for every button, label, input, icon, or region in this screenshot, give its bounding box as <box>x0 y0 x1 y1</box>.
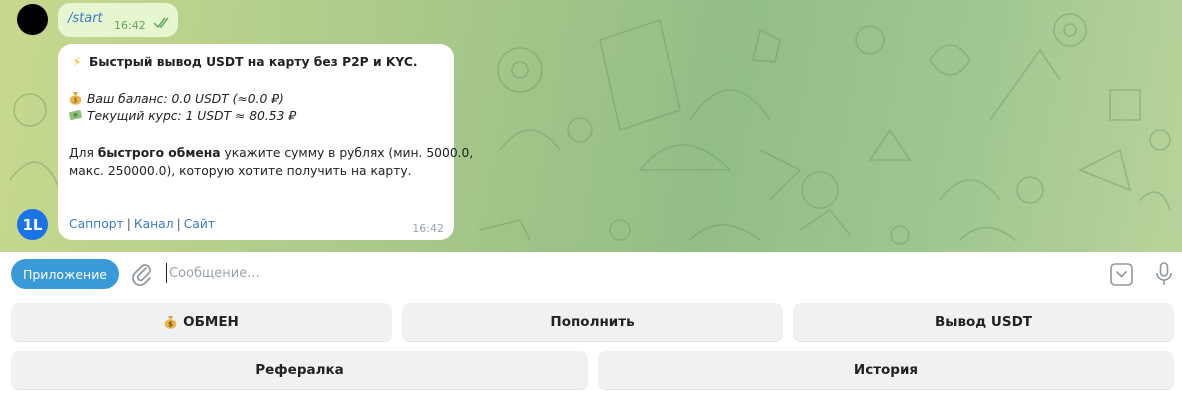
balance-text: Ваш баланс: 0.0 USDT (≈0.0 ₽) <box>87 92 284 106</box>
link-separator: | <box>126 217 131 231</box>
outgoing-message-time: 16:42 <box>114 19 146 32</box>
instructions-bold: быстрого обмена <box>97 146 221 160</box>
keyboard-button-label: ОБМЕН <box>183 314 239 330</box>
app-button[interactable]: Приложение <box>11 259 119 289</box>
incoming-message-bubble: ⚡ Быстрый вывод USDT на карту без P2P и K… <box>58 44 473 240</box>
message-links: Саппорт | Канал | Сайт <box>69 217 215 231</box>
keyboard-button-history[interactable]: История <box>598 351 1174 389</box>
svg-text:$: $ <box>73 97 77 105</box>
message-title-line: ⚡ Быстрый вывод USDT на карту без P2P и K… <box>69 55 418 69</box>
outgoing-message-bubble: /start 16:42 <box>58 3 178 37</box>
user-avatar[interactable] <box>17 4 48 35</box>
instructions-rest: укажите сумму в рублях (мин. 5000.0, <box>220 146 474 160</box>
double-check-icon <box>153 17 169 29</box>
link-separator: | <box>176 217 181 231</box>
money-bag-icon: $ <box>164 316 177 329</box>
link-site[interactable]: Сайт <box>184 217 215 231</box>
instructions-prefix: Для <box>69 146 98 160</box>
incoming-message-time: 16:42 <box>412 222 444 235</box>
svg-text:$: $ <box>168 321 173 329</box>
bot-keyboard-icon[interactable] <box>1110 263 1133 286</box>
rate-text: Текущий курс: 1 USDT ≈ 80.53 ₽ <box>87 109 297 123</box>
keyboard-button-top-up[interactable]: Пополнить <box>402 303 783 341</box>
keyboard-button-withdraw-usdt[interactable]: Вывод USDT <box>793 303 1174 341</box>
link-channel[interactable]: Канал <box>134 217 174 231</box>
microphone-icon[interactable] <box>1155 262 1173 287</box>
message-input-bar: Приложение <box>0 252 1182 296</box>
paperclip-icon[interactable] <box>131 262 153 286</box>
bot-avatar[interactable]: 1L <box>17 209 48 240</box>
instructions-line-1: Для быстрого обмена укажите сумму в рубл… <box>69 146 473 160</box>
rate-line: Текущий курс: 1 USDT ≈ 80.53 ₽ <box>69 108 296 123</box>
flying-money-icon <box>69 110 82 120</box>
balance-line: $ Ваш баланс: 0.0 USDT (≈0.0 ₽) <box>69 91 284 106</box>
keyboard-button-referral[interactable]: Рефералка <box>11 351 588 389</box>
message-input[interactable] <box>166 263 1069 283</box>
link-support[interactable]: Саппорт <box>69 217 124 231</box>
reply-keyboard: $ ОБМЕН Пополнить Вывод USDT Рефералка И… <box>0 296 1182 398</box>
outgoing-message-text: /start <box>68 11 103 26</box>
money-bag-icon: $ <box>69 92 82 105</box>
keyboard-button-exchange[interactable]: $ ОБМЕН <box>11 303 392 341</box>
instructions-line-2: макс. 250000.0), которую хотите получить… <box>69 164 412 178</box>
message-title: Быстрый вывод USDT на карту без P2P и KY… <box>89 55 418 69</box>
lightning-icon: ⚡ <box>72 55 82 69</box>
